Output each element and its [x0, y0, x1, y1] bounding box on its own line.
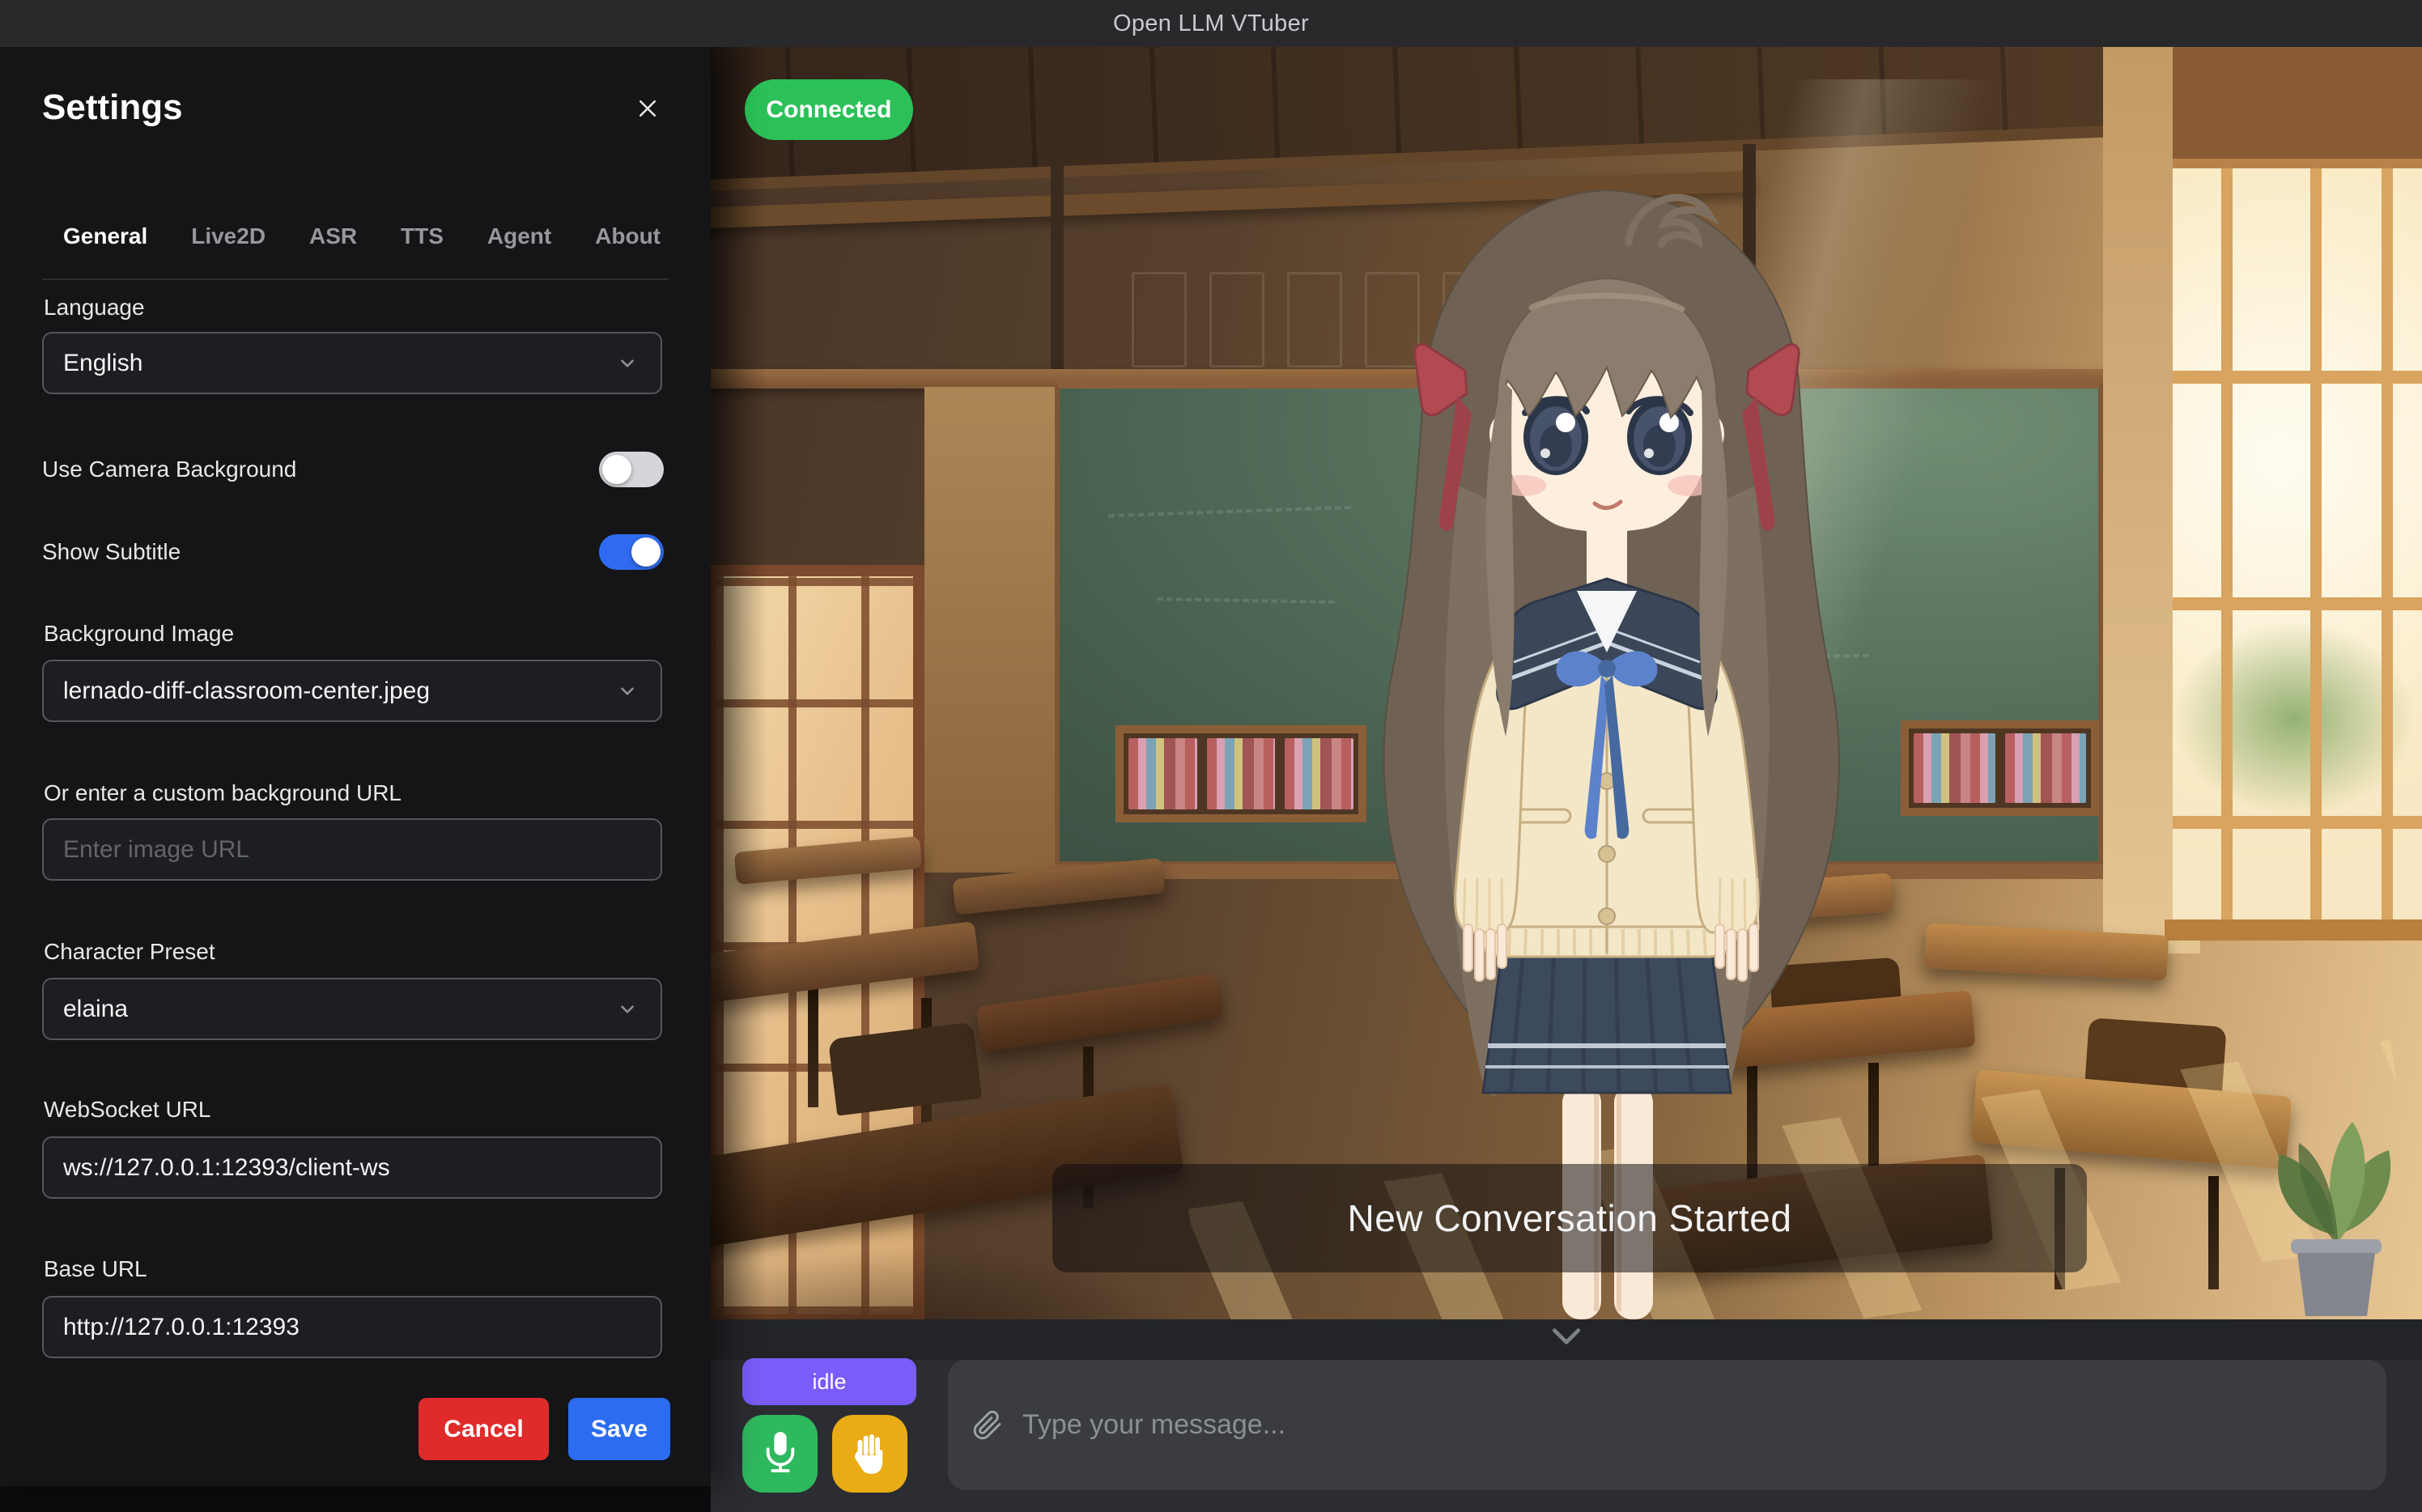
microphone-icon [762, 1432, 799, 1476]
chevron-down-icon [617, 353, 638, 374]
window [2173, 168, 2422, 921]
show-subtitle-toggle[interactable] [599, 534, 664, 570]
collapse-strip [711, 1319, 2422, 1360]
base-url-input[interactable] [44, 1298, 661, 1357]
show-subtitle-row: Show Subtitle [42, 528, 664, 576]
desk-leg [808, 986, 818, 1107]
message-box [948, 1360, 2386, 1490]
top-bar: Open LLM VTuber [0, 0, 2422, 47]
subtitle-overlay: New Conversation Started [1052, 1164, 2087, 1272]
app-root: Open LLM VTuber Settings General Live2D … [0, 0, 2422, 1512]
custom-background-field [42, 818, 662, 881]
interrupt-button[interactable] [832, 1415, 907, 1493]
control-bar: idle [711, 1319, 2422, 1512]
background-image-value: lernado-diff-classroom-center.jpeg [63, 677, 430, 705]
language-label: Language [44, 295, 145, 321]
bookshelf [1115, 725, 1366, 822]
tab-about[interactable]: About [595, 223, 661, 249]
wall-post [1051, 160, 1064, 387]
tab-agent[interactable]: Agent [487, 223, 551, 249]
connection-status-badge: Connected [745, 79, 913, 140]
websocket-url-field [42, 1136, 662, 1199]
chevron-down-icon [617, 999, 638, 1020]
paperclip-icon [972, 1408, 1003, 1443]
character-preset-select[interactable]: elaina [42, 978, 662, 1040]
app-title: Open LLM VTuber [1113, 11, 1309, 37]
close-icon [635, 96, 660, 121]
microphone-button[interactable] [742, 1415, 818, 1493]
settings-panel: Settings General Live2D ASR TTS Agent Ab… [0, 47, 711, 1486]
tab-live2d[interactable]: Live2D [191, 223, 266, 249]
base-url-field [42, 1296, 662, 1358]
collapse-button[interactable] [1532, 1319, 1600, 1356]
desk-leg [2208, 1176, 2219, 1289]
tab-tts[interactable]: TTS [401, 223, 444, 249]
websocket-url-input[interactable] [44, 1138, 661, 1197]
camera-background-label: Use Camera Background [42, 457, 296, 482]
character-preset-label: Character Preset [44, 939, 215, 965]
show-subtitle-label: Show Subtitle [42, 539, 181, 565]
tabs-divider [42, 278, 669, 280]
chevron-down-icon [1549, 1324, 1584, 1348]
potted-plant [2247, 1073, 2422, 1319]
cancel-button[interactable]: Cancel [419, 1398, 549, 1460]
ai-state-text: idle [812, 1370, 846, 1395]
settings-title: Settings [42, 83, 669, 133]
subtitle-text: New Conversation Started [1348, 1196, 1792, 1240]
stage: Connected New Conversation Started [711, 47, 2422, 1319]
connection-status-text: Connected [766, 96, 891, 124]
camera-background-row: Use Camera Background [42, 445, 664, 494]
settings-actions: Cancel Save [419, 1398, 670, 1460]
background-image-select[interactable]: lernado-diff-classroom-center.jpeg [42, 660, 662, 722]
tab-asr[interactable]: ASR [309, 223, 357, 249]
base-url-label: Base URL [44, 1256, 147, 1282]
camera-background-toggle[interactable] [599, 452, 664, 487]
desk [976, 973, 1223, 1051]
websocket-url-label: WebSocket URL [44, 1097, 210, 1123]
chair [828, 1021, 982, 1115]
custom-background-input[interactable] [44, 820, 661, 879]
close-button[interactable] [631, 92, 664, 125]
desk [1971, 1069, 2292, 1170]
side-wall [924, 387, 1056, 873]
tab-general[interactable]: General [63, 223, 147, 249]
character-preset-value: elaina [63, 996, 128, 1023]
panel-shadow [711, 47, 767, 1319]
window-transom [2173, 47, 2422, 168]
bookshelf [1901, 720, 2099, 816]
raised-hand-icon [851, 1433, 890, 1475]
ai-state-badge: idle [742, 1358, 916, 1405]
toggle-knob [631, 537, 661, 567]
save-button[interactable]: Save [568, 1398, 670, 1460]
message-input[interactable] [1022, 1409, 2362, 1441]
chevron-down-icon [617, 681, 638, 702]
language-value: English [63, 350, 142, 377]
language-select[interactable]: English [42, 332, 662, 394]
settings-tabs: General Live2D ASR TTS Agent About [63, 219, 661, 254]
settings-header: Settings [42, 83, 669, 133]
custom-background-label: Or enter a custom background URL [44, 780, 402, 806]
window-sill [2165, 920, 2422, 941]
toggle-knob [602, 455, 631, 484]
attachment-button[interactable] [972, 1408, 1003, 1443]
vtuber-character[interactable] [1344, 138, 1878, 1319]
background-image-label: Background Image [44, 621, 234, 647]
